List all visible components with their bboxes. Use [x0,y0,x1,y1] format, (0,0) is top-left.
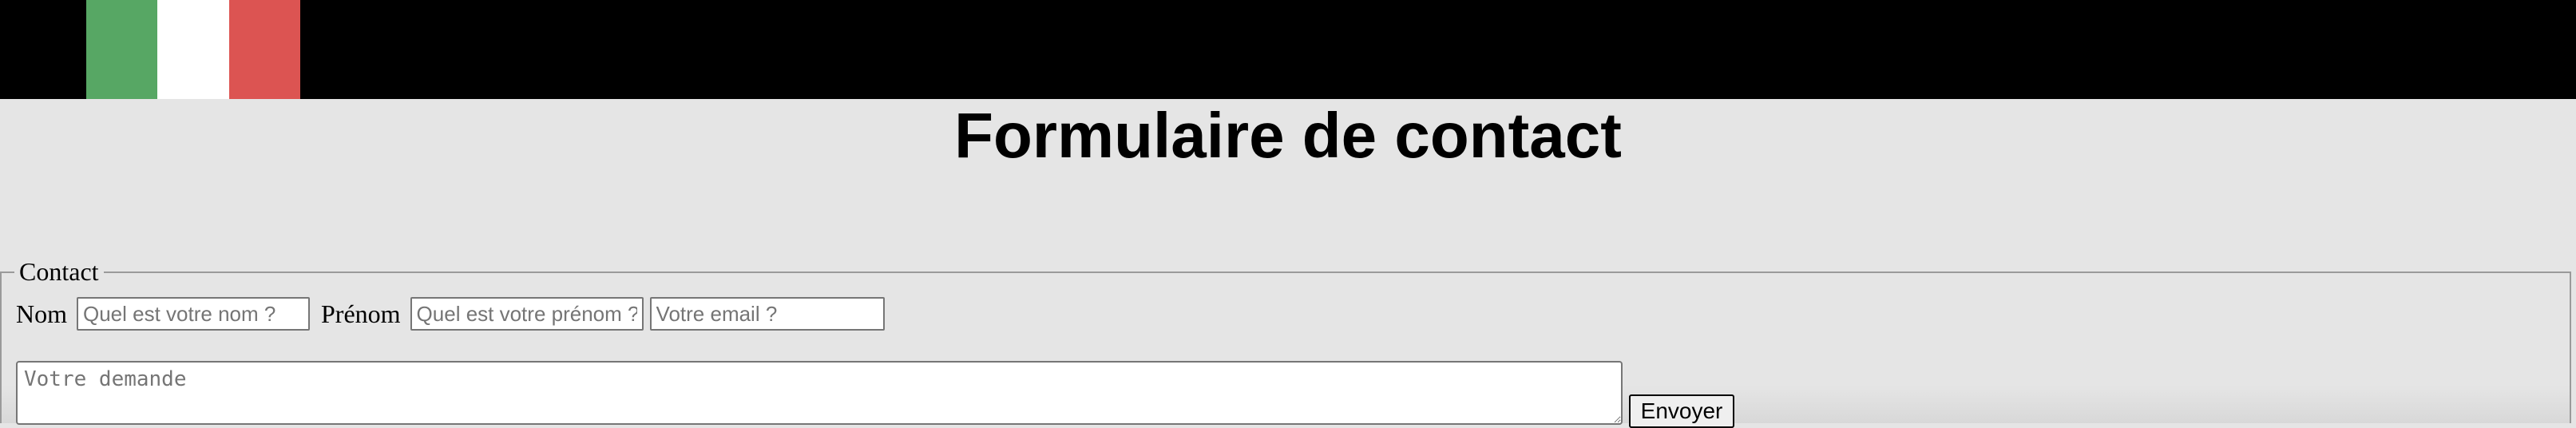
fieldset-legend: Contact [14,256,104,287]
page-title: Formulaire de contact [954,100,1622,171]
prenom-label: Prénom [321,299,401,328]
submit-button[interactable]: Envoyer [1629,394,1734,428]
nom-input[interactable] [77,297,310,331]
contact-row: Nom Prénom [16,295,885,332]
top-bar [0,0,2576,99]
flag-stripe-green [86,0,158,99]
nom-label: Nom [16,299,67,328]
flag-stripe-red [228,0,300,99]
italian-flag [86,0,300,99]
message-textarea[interactable] [16,361,1623,425]
email-input[interactable] [649,297,885,331]
flag-stripe-white [157,0,229,99]
prenom-input[interactable] [410,297,644,331]
